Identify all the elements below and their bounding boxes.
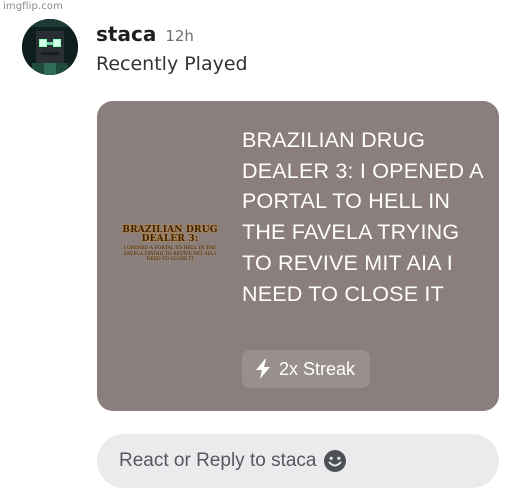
message-header: staca 12h [96, 22, 194, 46]
recently-played-card[interactable]: BRAZILIAN DRUG DEALER 3: I OPENED A PORT… [97, 101, 499, 411]
pixel-robot-avatar-icon [22, 19, 78, 75]
activity-label: Recently Played [96, 53, 248, 75]
thumbnail-title-line2: DEALER 3: [141, 234, 199, 244]
avatar[interactable] [22, 19, 78, 75]
reply-placeholder: React or Reply to staca [119, 450, 317, 471]
timestamp: 12h [165, 27, 194, 45]
username[interactable]: staca [96, 22, 156, 46]
reply-input[interactable]: React or Reply to staca [97, 434, 499, 488]
lightning-bolt-icon [255, 359, 271, 379]
thumbnail-body: I OPENED A PORTAL TO HELL IN THE FAVELA … [123, 246, 217, 263]
game-title[interactable]: BRAZILIAN DRUG DEALER 3: I OPENED A PORT… [242, 125, 487, 309]
game-thumbnail[interactable]: BRAZILIAN DRUG DEALER 3: I OPENED A PORT… [117, 226, 223, 282]
streak-label: 2x Streak [279, 358, 356, 379]
imgflip-watermark: imgflip.com [3, 1, 63, 12]
emoji-smile-icon[interactable] [323, 449, 347, 473]
streak-badge: 2x Streak [242, 350, 371, 388]
